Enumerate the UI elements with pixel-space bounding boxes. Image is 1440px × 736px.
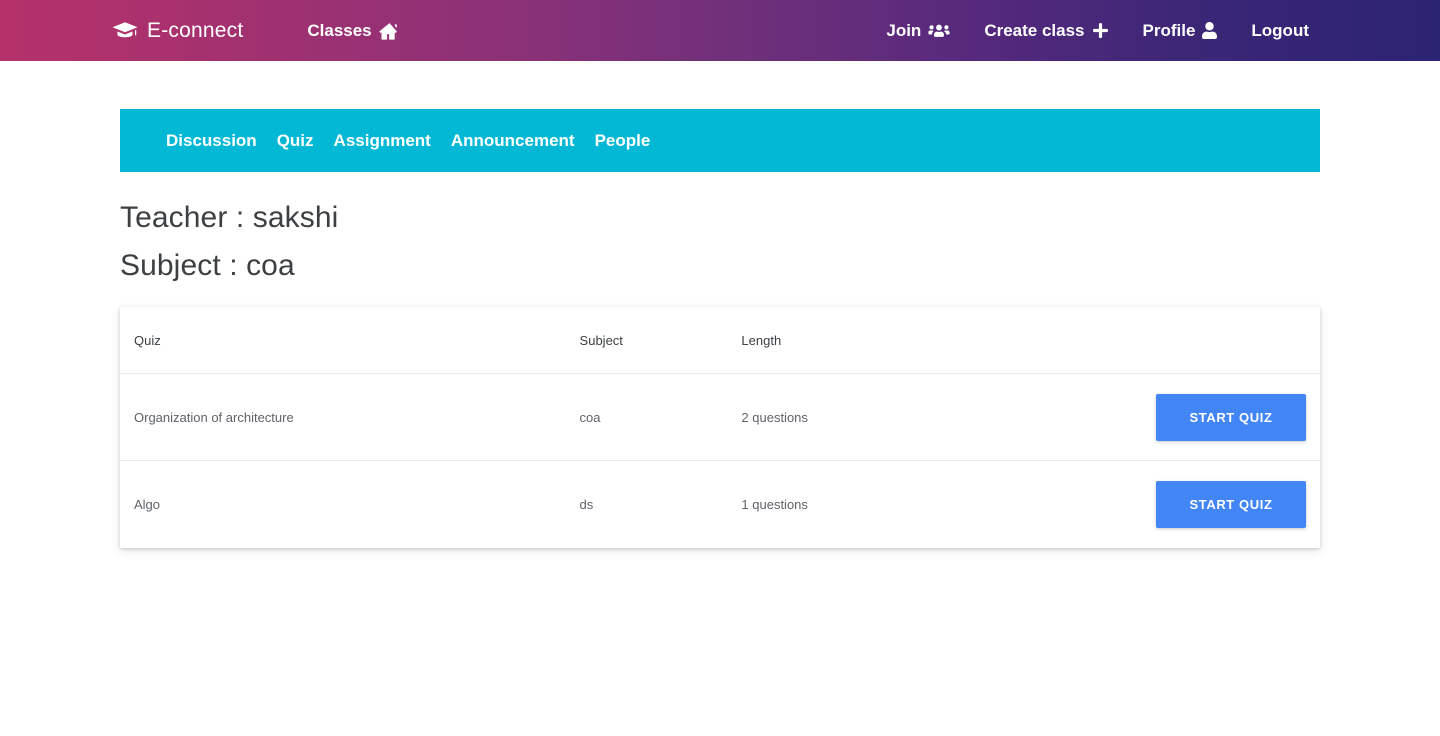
cell-quiz-name: Organization of architecture [120, 373, 580, 461]
nav-item-logout[interactable]: Logout [1234, 21, 1309, 41]
table-row: Algo ds 1 questions START QUIZ [120, 461, 1320, 548]
navbar-left-group: E-connect Classes [112, 19, 400, 43]
quiz-table: Quiz Subject Length Organization of arch… [120, 307, 1320, 548]
tab-discussion[interactable]: Discussion [166, 131, 267, 151]
nav-item-profile[interactable]: Profile [1126, 21, 1235, 41]
cell-quiz-name: Algo [134, 496, 161, 512]
start-quiz-button[interactable]: START QUIZ [1156, 393, 1306, 441]
quiz-table-card: Quiz Subject Length Organization of arch… [120, 307, 1320, 548]
nav-logout-label: Logout [1251, 20, 1309, 40]
page-container: Discussion Quiz Assignment Announcement … [120, 61, 1320, 548]
quiz-table-body: Organization of architecture coa 2 quest… [120, 373, 1320, 548]
cell-quiz-action: START QUIZ [1156, 461, 1320, 548]
nav-item-classes[interactable]: Classes [307, 21, 399, 41]
nav-classes-label: Classes [307, 20, 372, 40]
nav-item-create-class[interactable]: Create class [967, 21, 1125, 41]
nav-profile-label: Profile [1142, 20, 1196, 40]
brand-label: E-connect [147, 18, 244, 42]
class-info-block: Teacher : sakshi Subject : coa [120, 172, 1320, 290]
brand-logo-link[interactable]: E-connect [112, 19, 243, 43]
subject-heading: Subject : coa [120, 249, 295, 282]
cell-quiz-length: 2 questions [741, 373, 1156, 461]
class-tabbar: Discussion Quiz Assignment Announcement … [120, 109, 1320, 172]
tab-quiz[interactable]: Quiz [267, 131, 324, 151]
table-row: Organization of architecture coa 2 quest… [120, 373, 1320, 461]
column-header-subject: Subject [579, 307, 742, 374]
column-header-quiz: Quiz [120, 307, 580, 374]
cell-quiz-length: 1 questions [741, 496, 808, 512]
users-icon [928, 22, 950, 39]
tab-people[interactable]: People [585, 131, 661, 151]
cell-quiz-subject: coa [579, 373, 742, 461]
plus-icon [1092, 22, 1109, 39]
column-header-length: Length [741, 307, 1156, 374]
start-quiz-button[interactable]: START QUIZ [1156, 480, 1306, 528]
tab-announcement[interactable]: Announcement [441, 131, 585, 151]
user-icon [1202, 22, 1218, 39]
table-header-row: Quiz Subject Length [120, 307, 1320, 374]
nav-item-join[interactable]: Join [869, 21, 967, 41]
graduation-cap-icon [112, 21, 138, 41]
nav-create-class-label: Create class [984, 20, 1085, 40]
navbar-right-group: Join Create class Profile Logout [869, 21, 1309, 41]
tab-assignment[interactable]: Assignment [324, 131, 441, 151]
quiz-table-head: Quiz Subject Length [120, 307, 1320, 374]
column-header-action [1156, 307, 1320, 374]
teacher-heading: Teacher : sakshi [120, 201, 339, 234]
cell-quiz-subject: ds [579, 496, 594, 512]
home-icon [379, 22, 400, 40]
top-navbar: E-connect Classes Join Create class Prof… [0, 0, 1440, 61]
nav-join-label: Join [886, 20, 922, 40]
cell-quiz-action: START QUIZ [1156, 373, 1320, 461]
